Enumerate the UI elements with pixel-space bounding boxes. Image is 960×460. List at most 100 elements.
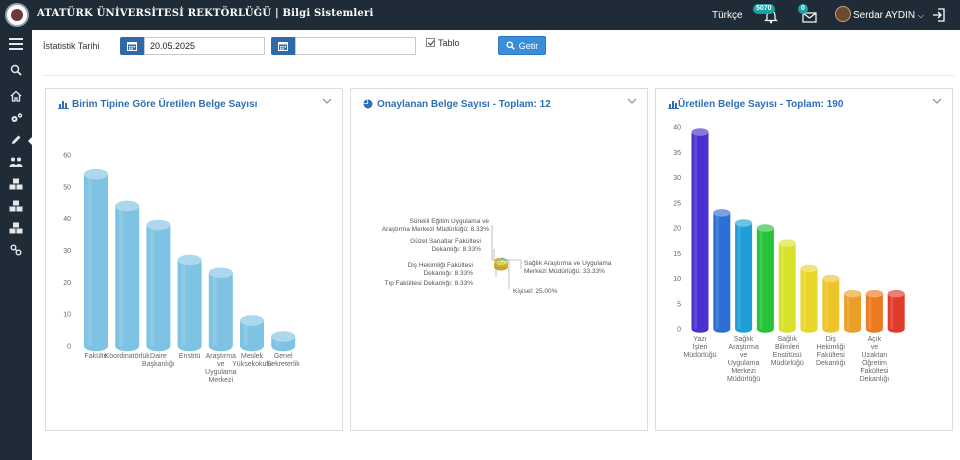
x-category-label-line: Enstitü: [179, 353, 201, 360]
bar-4: [756, 224, 774, 333]
panel-unit-type-documents: Birim Tipine Göre Üretilen Belge Sayısı …: [45, 88, 343, 431]
y-tick-label: 0: [67, 344, 71, 351]
sidebar-item-edit[interactable]: [8, 132, 33, 148]
bar-6-body: [800, 268, 818, 333]
bar-8-highlight: [846, 293, 850, 329]
home-icon: [10, 90, 22, 102]
notifications-button[interactable]: 5070: [753, 4, 784, 27]
x-category-label: Sağlık Araştırma ve Uygulama Merkezi Müdürlüğ…: [727, 336, 760, 383]
bar-10-highlight: [890, 293, 894, 329]
calendar-icon: [278, 42, 288, 51]
x-category-label-line: Koordinatörlük: [105, 353, 151, 360]
user-name: Serdar AYDIN: [853, 10, 916, 21]
pie-slice-label-line: Araştırma Merkezi Müdürlüğü: 8.33%: [382, 226, 490, 233]
pie-slice-label: Sağlık Araştırma ve Uygulama Merkezi Müdü…: [524, 260, 612, 275]
x-category-label-line: Fakültesi: [860, 368, 888, 375]
pie-chart-approved: Sürekli Eğitim Uygulama ve Araştırma Merk…: [382, 218, 612, 295]
bar-2-body: [713, 212, 731, 333]
x-category-label-line: Hekimliği: [817, 344, 846, 351]
chevron-down-icon[interactable]: [932, 98, 942, 105]
x-category-label: Enstitü: [179, 353, 201, 360]
pie-slice-label-line: Güzel Sanatlar Fakültesi: [410, 238, 481, 245]
x-category-label: Sağlık Bilimleri Enstitüsü Müdürlüğü: [771, 336, 804, 367]
end-date-calendar-button[interactable]: [271, 37, 295, 55]
chevron-down-icon[interactable]: [627, 98, 637, 105]
chevron-down-icon[interactable]: [322, 98, 332, 105]
pie-slice-label: Diş Hekimliği Fakültesi Dekanlığı: 8.33%: [408, 262, 474, 277]
avatar[interactable]: [835, 6, 851, 22]
x-category-label-line: Uygulama: [205, 369, 237, 376]
pie-slice-label: Tıp Fakültesi Dekanlığı: 8.33%: [384, 280, 473, 287]
bar-1: [691, 128, 709, 333]
sidebar-item-modules-3[interactable]: [8, 220, 24, 236]
language-selector[interactable]: Türkçe: [712, 10, 743, 21]
y-tick-label: 25: [673, 200, 681, 207]
bar-7-top: [271, 331, 296, 342]
messages-button[interactable]: 0: [798, 4, 822, 27]
sidebar-item-modules-2[interactable]: [8, 198, 24, 214]
x-category-label: Genel Sekreterlik: [267, 353, 301, 368]
y-tick-label: 20: [63, 280, 71, 287]
bar-1-body: [691, 132, 709, 333]
pie-slice-6: [493, 257, 502, 262]
bar-6: [240, 315, 264, 352]
x-category-label-line: Bilimleri: [775, 344, 800, 351]
y-tick-label: 60: [63, 153, 71, 160]
bar-4: [177, 254, 202, 352]
y-tick-label: 5: [677, 301, 681, 308]
bar-2-body: [115, 205, 140, 352]
x-category-label-line: ve: [871, 344, 879, 351]
panel-header: Onaylanan Belge Sayısı - Toplam: 12: [351, 89, 647, 117]
bar-2-top: [115, 200, 140, 212]
bar-3-highlight: [150, 225, 155, 346]
cubes-icon: [9, 178, 23, 190]
submit-button-label: Getir: [518, 40, 539, 51]
x-category-label-line: Merkezi: [209, 377, 234, 384]
pie-slice-label-line: Sağlık Araştırma ve Uygulama: [524, 260, 612, 267]
end-date-input[interactable]: [295, 37, 416, 55]
bar-9-top: [865, 289, 883, 298]
sidebar-item-links[interactable]: [8, 242, 24, 258]
sidebar-item-modules-1[interactable]: [8, 176, 24, 192]
bar-6-highlight: [803, 268, 807, 329]
bar-chart-unit-type: 0102030405060FakülteKoordinatörlük Daire B…: [63, 153, 301, 385]
bar-1-highlight: [694, 132, 698, 329]
x-category-label-line: Uygulama: [728, 360, 760, 367]
sidebar-item-search[interactable]: [8, 62, 24, 78]
logout-icon[interactable]: [932, 8, 946, 22]
y-tick-label: 50: [63, 184, 71, 191]
x-category-label-line: Araştırma: [206, 353, 236, 360]
x-category-label-line: İşleri: [693, 342, 708, 351]
panel-produced-documents: Üretilen Belge Sayısı - Toplam: 190 0 5 10…: [655, 88, 953, 431]
bar-2: [115, 200, 140, 352]
panel-title: Birim Tipine Göre Üretilen Belge Sayısı: [72, 99, 258, 110]
panel-approved-documents: Onaylanan Belge Sayısı - Toplam: 12 Süre…: [350, 88, 648, 431]
submit-button[interactable]: Getir: [498, 36, 546, 55]
sidebar-menu-toggle[interactable]: [8, 36, 24, 52]
bar-5: [208, 267, 233, 352]
sidebar-item-users[interactable]: [8, 154, 24, 170]
x-category-label-line: Sağlık: [734, 336, 754, 343]
start-date-calendar-button[interactable]: [120, 37, 144, 55]
x-category-label-line: Yazı: [693, 336, 707, 343]
bar-2-highlight: [715, 212, 719, 329]
start-date-input[interactable]: 20.05.2025: [144, 37, 265, 55]
bar-2-top: [713, 209, 731, 217]
chevron-down-icon: ⌵: [917, 11, 924, 20]
pie-slice-label-line: Dekanlığı: 8.33%: [423, 270, 473, 277]
link-icon: [10, 244, 22, 256]
pie-slice-label-line: Tıp Fakültesi Dekanlığı: 8.33%: [384, 280, 473, 287]
sidebar-item-settings[interactable]: [8, 110, 24, 126]
bar-7-body: [822, 278, 840, 333]
x-category-label-line: ve: [740, 352, 748, 359]
y-tick-label: 30: [63, 248, 71, 255]
sidebar-item-home[interactable]: [8, 88, 24, 104]
bar-10-top: [887, 289, 905, 298]
x-category-label-line: Genel: [274, 353, 293, 360]
menu-icon: [9, 38, 23, 50]
user-menu[interactable]: Serdar AYDIN ⌵: [853, 10, 924, 21]
x-category-label-line: Daire: [150, 353, 167, 360]
x-category-label-line: Fakültesi: [817, 352, 845, 359]
table-checkbox[interactable]: [426, 38, 435, 47]
bar-1-highlight: [87, 174, 92, 346]
